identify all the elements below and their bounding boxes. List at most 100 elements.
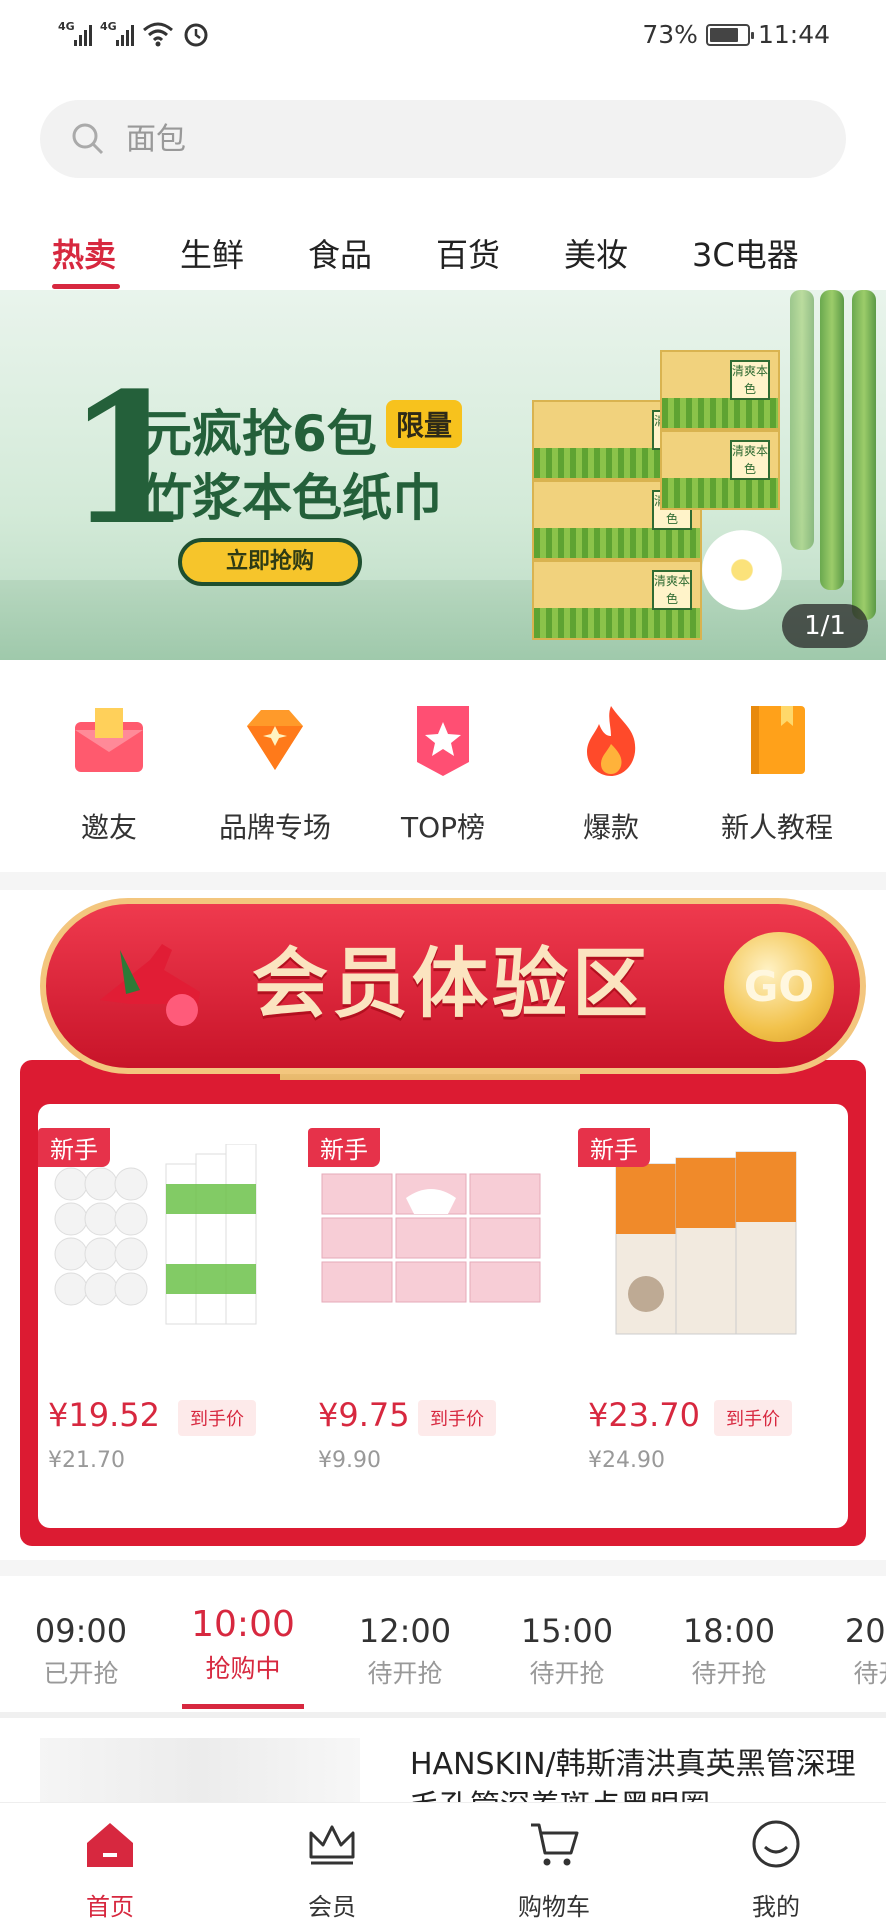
quick-tutorial[interactable]: 新人教程 (692, 700, 862, 846)
flash-sale-slots: 09:00 已开抢 10:00 抢购中 12:00 待开抢 15:00 待开抢 … (0, 1602, 886, 1712)
final-price-hint: 到手价 (178, 1400, 256, 1436)
newbie-tag: 新手 (38, 1128, 110, 1167)
fire-icon (587, 706, 636, 776)
slot-status: 待开抢 (853, 1659, 886, 1688)
slot-status: 待开抢 (529, 1659, 605, 1688)
category-tabs: 热卖 生鲜 食品 百货 美妆 3C电器 (0, 222, 886, 292)
cart-icon (531, 1823, 579, 1866)
product-image (54, 1144, 257, 1325)
nav-home-label: 首页 (86, 1893, 134, 1920)
slot-indicator (182, 1704, 304, 1709)
slot-status: 抢购中 (205, 1654, 281, 1683)
star-ribbon-icon (417, 706, 469, 776)
search-bar[interactable] (40, 100, 846, 178)
final-price-hint: 到手价 (714, 1400, 792, 1436)
status-bar: 4G 4G 73% 11:44 (0, 0, 886, 72)
slot-time: 18:00 (682, 1612, 776, 1650)
home-icon (87, 1823, 133, 1867)
signal-icon: 4G (58, 20, 92, 48)
nav-home[interactable]: 首页 (40, 1817, 180, 1920)
search-input[interactable] (126, 121, 766, 157)
book-icon (751, 706, 805, 774)
quick-tutorial-label: 新人教程 (720, 811, 833, 844)
tab-beauty[interactable]: 美妆 (564, 230, 628, 276)
network-label: 4G (58, 20, 75, 33)
tissue-box: 清爽本色 (660, 430, 780, 510)
quick-top[interactable]: TOP榜 (358, 700, 528, 846)
tab-indicator (52, 284, 120, 289)
product-price: ¥19.52 (48, 1396, 160, 1434)
tab-food[interactable]: 食品 (308, 230, 372, 276)
product-price: ¥9.75 (318, 1396, 410, 1434)
product-image (321, 1173, 541, 1303)
quick-brand[interactable]: 品牌专场 (190, 700, 360, 846)
member-product-cards: 新手 ¥19.52 到手价 ¥21.70 新手 ¥9.75 到手价 ¥9.90 … (38, 1104, 848, 1528)
product-card[interactable]: 新手 ¥23.70 到手价 ¥24.90 (578, 1104, 828, 1504)
status-left: 4G 4G (58, 20, 210, 48)
banner-headline-1: 元疯抢6包 (142, 405, 377, 463)
time-slot[interactable]: 12:00 待开抢 (340, 1612, 470, 1690)
banner-headline-2: 竹浆本色纸巾 (142, 469, 442, 527)
product-card[interactable]: 新手 ¥9.75 到手价 ¥9.90 (308, 1104, 558, 1504)
nav-mine-label: 我的 (752, 1893, 800, 1920)
original-price: ¥9.90 (318, 1448, 381, 1473)
battery-percent: 73% (642, 20, 698, 49)
time-slot[interactable]: 15:00 待开抢 (502, 1612, 632, 1690)
alarm-icon (184, 23, 208, 47)
diamond-icon (247, 710, 303, 770)
time-slot[interactable]: 18:00 待开抢 (664, 1612, 794, 1690)
slot-status: 已开抢 (43, 1659, 119, 1688)
tab-fresh[interactable]: 生鲜 (180, 230, 244, 276)
divider (0, 1560, 886, 1576)
slot-time: 15:00 (520, 1612, 614, 1650)
quick-hot-label: 爆款 (582, 811, 639, 844)
nav-cart-label: 购物车 (518, 1893, 590, 1920)
original-price: ¥24.90 (588, 1448, 665, 1473)
slot-time: 09:00 (34, 1612, 128, 1650)
nav-member-label: 会员 (308, 1893, 356, 1920)
slot-time: 12:00 (358, 1612, 452, 1650)
crown-icon (309, 1825, 355, 1865)
promo-banner[interactable]: 1 元疯抢6包 竹浆本色纸巾 限量 立即抢购 清爽本色 清爽本色 清爽本色 清爽… (0, 290, 886, 660)
go-button[interactable]: GO (724, 932, 834, 1042)
tab-electronics[interactable]: 3C电器 (692, 230, 799, 276)
slot-time: 20:00 (844, 1612, 886, 1650)
bottom-nav: 首页 会员 购物车 我的 (0, 1802, 886, 1920)
nav-mine[interactable]: 我的 (706, 1817, 846, 1920)
product-card[interactable]: 新手 ¥19.52 到手价 ¥21.70 (38, 1104, 288, 1504)
buy-now-button[interactable]: 立即抢购 (178, 538, 362, 586)
status-right: 73% 11:44 (642, 20, 830, 49)
heel-shoe-decoration (100, 944, 200, 1026)
newbie-tag: 新手 (308, 1128, 380, 1167)
clock: 11:44 (757, 20, 830, 49)
newbie-tag: 新手 (578, 1128, 650, 1167)
battery-icon (705, 23, 754, 46)
tab-hot[interactable]: 热卖 (52, 230, 116, 276)
original-price: ¥21.70 (48, 1448, 125, 1473)
final-price-hint: 到手价 (418, 1400, 496, 1436)
quick-invite[interactable]: 邀友 (24, 700, 194, 846)
search-icon (70, 121, 106, 157)
tab-general[interactable]: 百货 (436, 230, 500, 276)
flower-decoration (702, 530, 782, 610)
time-slot[interactable]: 20:00 待开抢 (826, 1612, 886, 1690)
quick-invite-label: 邀友 (80, 811, 137, 844)
slot-status: 待开抢 (691, 1659, 767, 1688)
product-image (615, 1151, 797, 1335)
banner-pager: 1/1 (782, 604, 868, 648)
product-price: ¥23.70 (588, 1396, 700, 1434)
nav-cart[interactable]: 购物车 (484, 1817, 624, 1920)
quick-hot[interactable]: 爆款 (526, 700, 696, 846)
quick-top-label: TOP榜 (400, 811, 486, 844)
slot-time: 10:00 (191, 1604, 295, 1645)
signal-icon-2: 4G (100, 20, 134, 48)
time-slot-active[interactable]: 10:00 抢购中 (178, 1604, 308, 1685)
limited-badge: 限量 (386, 400, 463, 448)
quick-brand-label: 品牌专场 (218, 811, 331, 844)
slot-status: 待开抢 (367, 1659, 443, 1688)
bamboo-decoration (820, 290, 844, 590)
nav-member[interactable]: 会员 (262, 1817, 402, 1920)
time-slot[interactable]: 09:00 已开抢 (16, 1612, 146, 1690)
wifi-icon (143, 22, 173, 47)
member-experience-section: 会员体验区 GO 新手 ¥19.52 到手价 ¥21.70 新手 ¥9.75 到… (20, 890, 866, 1550)
